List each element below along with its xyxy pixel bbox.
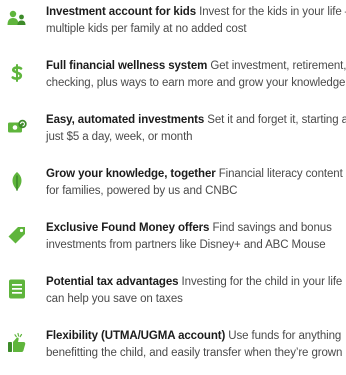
feature-description: Financial literacy content [215, 168, 343, 180]
family-icon [6, 8, 28, 30]
feature-text: Grow your knowledge, together Financial … [46, 166, 344, 200]
feature-title: Investment account for kids [46, 6, 197, 18]
feature-description-line2: investments from partners like Disney+ a… [46, 239, 326, 251]
feature-description-line2: multiple kids per family at no added cos… [46, 23, 247, 35]
feature-text: Potential tax advantages Investing for t… [46, 274, 344, 308]
thumbs-up-icon [6, 332, 28, 354]
feature-title: Exclusive Found Money offers [46, 222, 210, 234]
dollar-sign-icon [6, 62, 28, 84]
tag-icon [6, 224, 28, 246]
feature-text: Investment account for kids Invest for t… [46, 4, 346, 38]
feature-item-automated-investments: Easy, automated investments Set it and f… [0, 114, 346, 154]
feature-text: Easy, automated investments Set it and f… [46, 112, 346, 146]
feature-description-line2: just $5 a day, week, or month [46, 131, 193, 143]
feature-title: Full financial wellness system [46, 60, 208, 72]
feature-list: Investment account for kids Invest for t… [0, 0, 346, 375]
feature-item-kids-account: Investment account for kids Invest for t… [0, 6, 346, 46]
recurring-money-icon [6, 116, 28, 138]
feature-description: Invest for the kids in your life — [196, 6, 346, 18]
feature-description: Get investment, retirement, [207, 60, 346, 72]
feature-item-financial-wellness: Full financial wellness system Get inves… [0, 60, 346, 100]
feature-item-found-money: Exclusive Found Money offers Find saving… [0, 222, 346, 262]
feature-description: Investing for the child in your life [178, 276, 343, 288]
feature-description: Use funds for anything [225, 330, 342, 342]
feature-description-line2: checking, plus ways to earn more and gro… [46, 77, 346, 89]
feature-title: Potential tax advantages [46, 276, 179, 288]
feature-item-grow-knowledge: Grow your knowledge, together Financial … [0, 168, 346, 208]
feature-text: Exclusive Found Money offers Find saving… [46, 220, 344, 254]
feature-description-line2: benefitting the child, and easily transf… [46, 347, 343, 359]
feature-description: Find savings and bonus [209, 222, 332, 234]
feature-text: Full financial wellness system Get inves… [46, 58, 346, 92]
feature-description-line2: for families, powered by us and CNBC [46, 185, 238, 197]
feature-item-tax-advantages: Potential tax advantages Investing for t… [0, 276, 346, 316]
feature-description-line2: can help you save on taxes [46, 293, 183, 305]
feature-title: Grow your knowledge, together [46, 168, 216, 180]
feature-description: Set it and forget it, starting at [204, 114, 346, 126]
feature-title: Easy, automated investments [46, 114, 205, 126]
feature-item-flexibility: Flexibility (UTMA/UGMA account) Use fund… [0, 330, 346, 370]
document-icon [6, 278, 28, 300]
feature-text: Flexibility (UTMA/UGMA account) Use fund… [46, 328, 344, 362]
feature-title: Flexibility (UTMA/UGMA account) [46, 330, 226, 342]
sprout-icon [6, 170, 28, 192]
